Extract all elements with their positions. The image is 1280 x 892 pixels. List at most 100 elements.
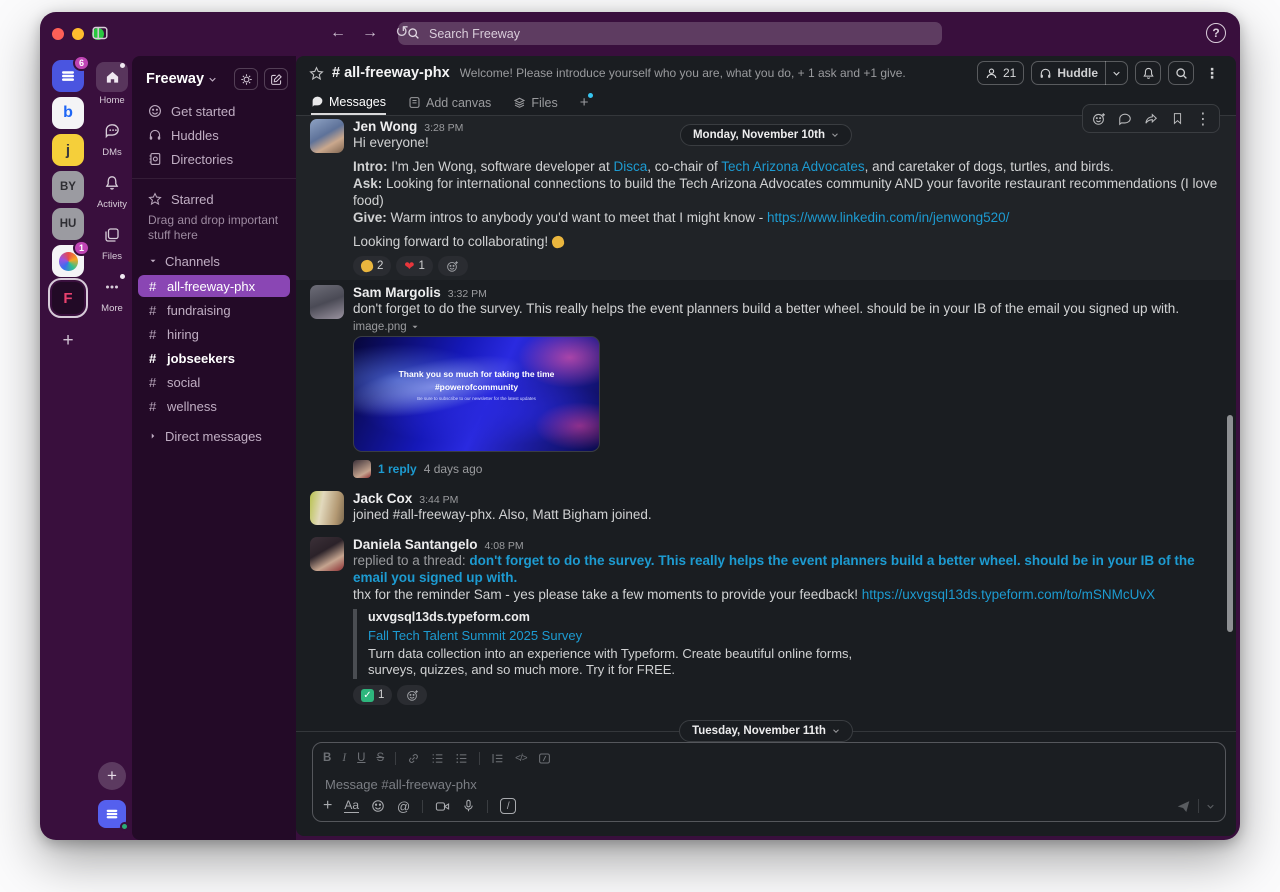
add-reaction-button[interactable] xyxy=(397,685,428,705)
code-icon[interactable]: </> xyxy=(515,753,528,764)
sidebar-item-starred[interactable]: Starred xyxy=(132,188,296,210)
message-timestamp[interactable]: 3:32 PM xyxy=(448,288,487,300)
scrollbar-thumb[interactable] xyxy=(1227,415,1233,632)
channel-name[interactable]: # all-freeway-phx xyxy=(332,65,450,81)
tab-files[interactable]: Files xyxy=(513,90,558,115)
channels-section-header[interactable]: Channels xyxy=(132,250,296,272)
help-icon[interactable]: ? xyxy=(1206,23,1226,43)
sidebar-channel-social[interactable]: # social xyxy=(138,371,290,393)
reply-in-thread-icon[interactable] xyxy=(1113,108,1137,129)
send-icon[interactable] xyxy=(1176,799,1191,814)
strikethrough-icon[interactable]: S xyxy=(376,752,384,764)
close-window-button[interactable] xyxy=(52,28,64,40)
reaction-check[interactable]: ✓ 1 xyxy=(353,685,393,705)
nav-dms[interactable]: DMs xyxy=(96,117,128,158)
message-author[interactable]: Daniela Santangelo xyxy=(353,537,478,552)
code-block-icon[interactable] xyxy=(538,752,551,765)
channel-search-icon[interactable] xyxy=(1168,61,1194,85)
message-input[interactable] xyxy=(323,776,859,793)
avatar[interactable] xyxy=(310,119,344,153)
date-divider-monday[interactable]: Monday, November 10th xyxy=(679,124,853,146)
mention-icon[interactable]: @ xyxy=(397,799,410,814)
avatar[interactable] xyxy=(310,285,344,319)
message-daniela-408[interactable]: Daniela Santangelo 4:08 PM replied to a … xyxy=(296,534,1236,709)
sidebar-item-huddles[interactable]: Huddles xyxy=(132,124,296,146)
message-author[interactable]: Sam Margolis xyxy=(353,285,441,300)
nav-activity[interactable]: Activity xyxy=(96,169,128,210)
message-author[interactable]: Jack Cox xyxy=(353,491,412,506)
workspace-icon-6[interactable]: 1 xyxy=(52,240,90,277)
workspace-icon-5[interactable]: HU xyxy=(52,208,84,240)
bulleted-list-icon[interactable] xyxy=(455,752,468,765)
direct-messages-section[interactable]: Direct messages xyxy=(132,425,296,447)
sidebar-toggle-icon[interactable] xyxy=(92,25,108,41)
workspace-icon-1[interactable]: 6 xyxy=(52,55,90,92)
link-disca[interactable]: Disca xyxy=(613,159,647,174)
tab-messages[interactable]: Messages xyxy=(311,90,386,115)
underline-icon[interactable]: U xyxy=(357,752,365,764)
italic-icon[interactable]: I xyxy=(342,752,346,764)
forward-icon[interactable]: → xyxy=(360,23,380,43)
shortcuts-slash-icon[interactable]: / xyxy=(500,798,517,814)
nav-files[interactable]: Files xyxy=(96,221,128,262)
add-reaction-button[interactable] xyxy=(437,256,468,276)
ordered-list-icon[interactable] xyxy=(431,752,444,765)
bold-icon[interactable]: B xyxy=(323,752,331,764)
sidebar-channel-fundraising[interactable]: # fundraising xyxy=(138,299,290,321)
reaction-heart[interactable]: ❤ 1 xyxy=(396,256,433,276)
add-workspace-button[interactable]: + xyxy=(52,325,84,357)
channel-more-kebab-icon[interactable]: ⋮ xyxy=(1201,65,1223,82)
sidebar-channel-wellness[interactable]: # wellness xyxy=(138,395,290,417)
sidebar-item-get-started[interactable]: Get started xyxy=(132,100,296,122)
formatting-aa-icon[interactable]: Aa xyxy=(344,799,360,813)
message-sam-margolis[interactable]: Sam Margolis 3:32 PM don't forget to do … xyxy=(296,282,1236,482)
attach-plus-icon[interactable]: + xyxy=(323,797,332,815)
blockquote-icon[interactable] xyxy=(491,752,504,765)
video-icon[interactable] xyxy=(435,800,450,813)
sidebar-channel-all-freeway-phx[interactable]: # all-freeway-phx xyxy=(138,275,290,297)
attached-image[interactable]: Thank you so much for taking the time #p… xyxy=(353,336,600,452)
search-input[interactable] xyxy=(427,25,933,42)
add-reaction-icon[interactable] xyxy=(1087,108,1111,129)
share-message-icon[interactable] xyxy=(1139,108,1163,129)
workspace-icon-3[interactable]: j xyxy=(52,134,84,166)
nav-home[interactable]: Home xyxy=(96,62,128,106)
message-timestamp[interactable]: 3:44 PM xyxy=(419,494,458,506)
message-timestamp[interactable]: 4:08 PM xyxy=(485,540,524,552)
emoji-icon[interactable] xyxy=(371,799,385,813)
workspace-icon-2[interactable]: b xyxy=(52,97,84,129)
message-timestamp[interactable]: 3:28 PM xyxy=(424,122,463,134)
thread-link[interactable]: 1 reply 4 days ago xyxy=(353,460,1222,478)
bookmark-icon[interactable] xyxy=(1165,108,1189,129)
huddle-options-chevron[interactable] xyxy=(1106,69,1127,78)
channel-topic[interactable]: Welcome! Please introduce yourself who y… xyxy=(460,66,969,80)
message-jack-cox[interactable]: Jack Cox 3:44 PM joined #all-freeway-phx… xyxy=(296,488,1236,529)
typeform-link[interactable]: https://uxvgsql13ds.typeform.com/to/mSNM… xyxy=(862,587,1155,602)
message-composer[interactable]: B I U S </> Message #all-freeway-phx + A… xyxy=(312,742,1226,822)
avatar[interactable] xyxy=(310,537,344,571)
message-author[interactable]: Jen Wong xyxy=(353,119,417,134)
microphone-icon[interactable] xyxy=(462,799,475,813)
workspace-name[interactable]: Freeway xyxy=(146,71,204,87)
nav-more[interactable]: More xyxy=(96,273,128,314)
avatar[interactable] xyxy=(310,491,344,525)
search-bar[interactable] xyxy=(398,22,942,45)
reaction-wave[interactable]: 👋2 xyxy=(353,256,392,276)
sidebar-channel-jobseekers[interactable]: # jobseekers xyxy=(138,347,290,369)
compose-icon[interactable] xyxy=(264,68,288,90)
send-options-chevron[interactable] xyxy=(1206,802,1215,811)
tab-add-canvas[interactable]: Add canvas xyxy=(408,90,491,115)
member-count-button[interactable]: 21 xyxy=(976,61,1025,85)
more-actions-kebab-icon[interactable]: ⋮ xyxy=(1191,108,1215,129)
link-icon[interactable] xyxy=(407,752,420,765)
workspace-icon-4[interactable]: BY xyxy=(52,171,84,203)
add-tab-button[interactable]: + xyxy=(580,90,594,115)
star-channel-icon[interactable] xyxy=(309,65,324,81)
create-new-button[interactable]: + xyxy=(98,762,126,790)
notifications-bell-icon[interactable] xyxy=(1135,61,1161,85)
back-icon[interactable]: ← xyxy=(328,23,348,43)
link-tech-arizona-advocates[interactable]: Tech Arizona Advocates xyxy=(721,159,864,174)
sidebar-item-directories[interactable]: Directories xyxy=(132,148,296,170)
sidebar-channel-hiring[interactable]: # hiring xyxy=(138,323,290,345)
user-avatar[interactable] xyxy=(98,800,129,831)
